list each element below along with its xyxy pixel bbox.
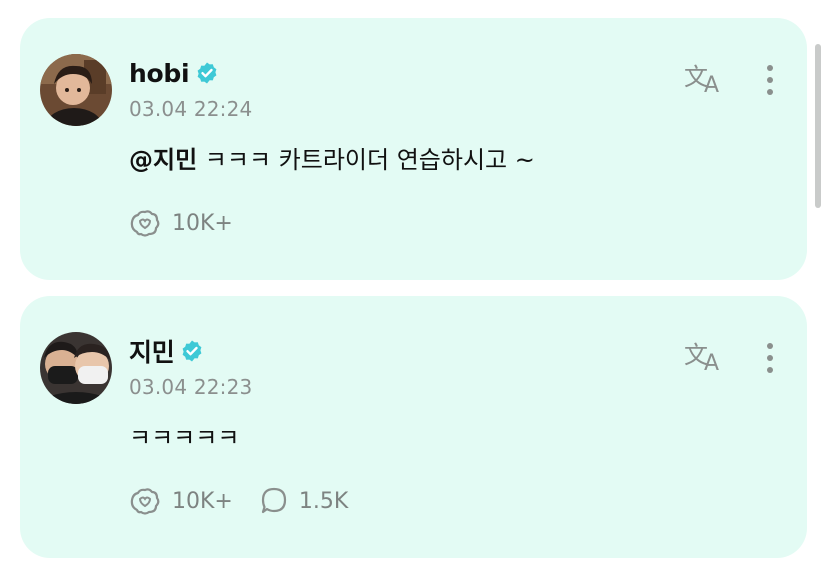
verified-badge-icon (183, 340, 202, 362)
like-button[interactable]: 10K+ (128, 486, 233, 516)
svg-text:A: A (704, 73, 719, 96)
like-icon (130, 488, 160, 515)
more-options-icon[interactable] (762, 62, 778, 98)
like-icon (130, 210, 160, 237)
avatar[interactable] (40, 54, 112, 126)
post-date: 03.04 22:24 (129, 97, 253, 121)
translate-icon[interactable]: 文 A (684, 60, 726, 96)
post-text: ㅋㅋㅋㅋㅋ (129, 418, 239, 453)
post-card[interactable]: hobi 03.04 22:24 @지민 ㅋㅋㅋ 카트라이더 연습하시고 ~ 1… (20, 18, 807, 280)
comment-count: 1.5K (298, 488, 349, 514)
comment-icon (261, 487, 286, 514)
more-options-icon[interactable] (762, 340, 778, 376)
post-date: 03.04 22:23 (129, 375, 253, 399)
author-name[interactable]: 지민 (129, 333, 175, 369)
scrollbar[interactable] (815, 44, 821, 208)
like-count: 10K+ (172, 488, 233, 514)
author-name[interactable]: hobi (129, 59, 190, 88)
post-card[interactable]: 지민 03.04 22:23 ㅋㅋㅋㅋㅋ 10K+ 1.5K 文 A (20, 296, 807, 558)
mention-link[interactable]: @지민 (129, 146, 197, 174)
post-text: @지민 ㅋㅋㅋ 카트라이더 연습하시고 ~ (129, 140, 535, 175)
post-stats: 10K+ 1.5K (128, 486, 374, 516)
translate-icon[interactable]: 文 A (684, 338, 726, 374)
comment-button[interactable]: 1.5K (259, 486, 348, 516)
like-count: 10K+ (172, 210, 233, 236)
verified-badge-icon (197, 62, 217, 84)
post-body: ㅋㅋㅋ 카트라이더 연습하시고 ~ (197, 146, 535, 174)
post-stats: 10K+ (128, 208, 259, 238)
avatar[interactable] (40, 332, 112, 404)
like-button[interactable]: 10K+ (128, 208, 233, 238)
post-body: ㅋㅋㅋㅋㅋ (129, 424, 240, 452)
svg-text:A: A (704, 351, 719, 374)
